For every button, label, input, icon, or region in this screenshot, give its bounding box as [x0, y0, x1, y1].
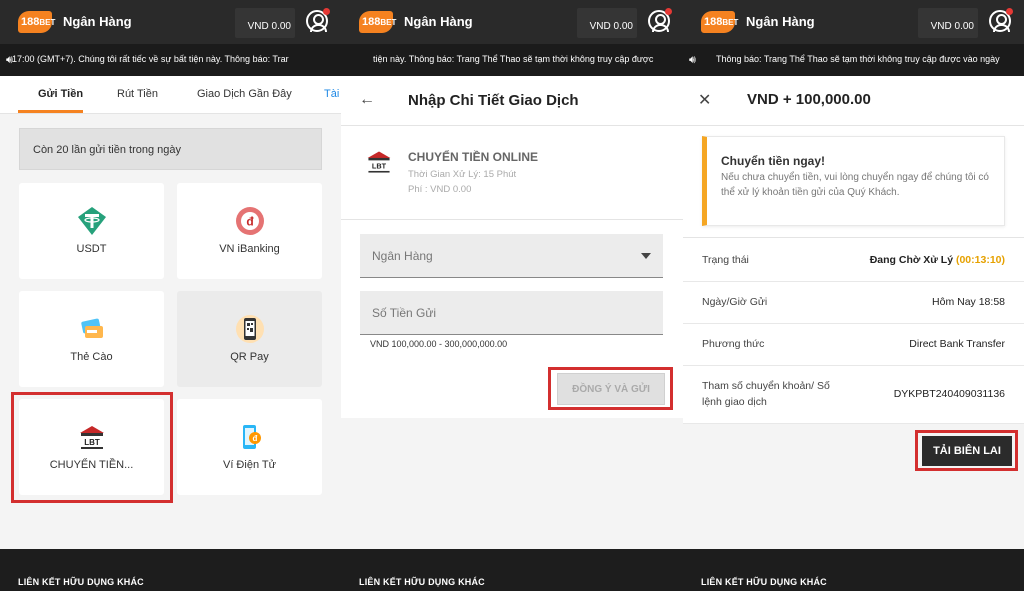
- footer: LIÊN KẾT HỮU DỤNG KHÁC: [341, 549, 683, 591]
- chevron-down-icon: [641, 253, 651, 259]
- footer-links-title: LIÊN KẾT HỮU DỤNG KHÁC: [701, 577, 827, 587]
- tab-deposit[interactable]: Gửi Tiền: [38, 88, 83, 100]
- announcement-ticker: tiện này. Thông báo: Trang Thể Thao sẽ t…: [341, 44, 683, 76]
- ticker-text: 17:00 (GMT+7). Chúng tôi rất tiếc về sự …: [12, 54, 289, 64]
- balance-amount: VND 0.00: [930, 21, 974, 32]
- e-wallet-icon: đ: [243, 425, 261, 449]
- close-icon[interactable]: ✕: [698, 90, 711, 110]
- method-label: VN iBanking: [219, 243, 280, 255]
- page-title: Ngân Hàng: [404, 14, 473, 29]
- arrow-left-icon[interactable]: ←: [359, 91, 375, 109]
- scratch-card-icon: [81, 318, 103, 338]
- tab-account[interactable]: Tài: [324, 88, 339, 100]
- footer-links-title: LIÊN KẾT HỮU DỤNG KHÁC: [359, 577, 485, 587]
- alert-title: Chuyển tiền ngay!: [721, 154, 826, 168]
- amount-input[interactable]: Số Tiền Gửi: [360, 291, 663, 335]
- highlight-frame: [548, 367, 673, 410]
- method-card-usdt[interactable]: USDT: [19, 183, 164, 279]
- page-title: Ngân Hàng: [746, 14, 815, 29]
- method-card-qr-pay[interactable]: QR Pay: [177, 291, 322, 387]
- user-circle-icon[interactable]: [648, 8, 672, 32]
- bank-select[interactable]: Ngân Hàng: [360, 234, 663, 278]
- notification-dot: [323, 8, 330, 15]
- processing-time: Thời Gian Xử Lý: 15 Phút: [408, 169, 517, 180]
- method-card-e-wallet[interactable]: đ Ví Điện Tử: [177, 399, 322, 495]
- svg-text:LBT: LBT: [372, 162, 387, 171]
- footer-links-title: LIÊN KẾT HỮU DỤNG KHÁC: [18, 577, 144, 587]
- svg-text:đ: đ: [253, 434, 258, 443]
- detail-row-status: Trạng thái Đang Chờ Xử Lý (00:13:10): [683, 238, 1024, 282]
- row-key: Phương thức: [702, 338, 765, 350]
- highlight-frame: [915, 430, 1018, 471]
- row-key: Tham số chuyển khoản/ Số lệnh giao dịch: [702, 380, 830, 408]
- method-card-scratch-card[interactable]: Thẻ Cào: [19, 291, 164, 387]
- detail-row-method: Phương thức Direct Bank Transfer: [683, 324, 1024, 366]
- bank-select-placeholder: Ngân Hàng: [372, 249, 433, 263]
- svg-text:đ: đ: [246, 215, 254, 229]
- announcement-ticker: 🔊︎ 17:00 (GMT+7). Chúng tôi rất tiếc về …: [0, 44, 341, 76]
- deposit-limit-notice: Còn 20 lần gửi tiền trong ngày: [19, 128, 322, 170]
- footer: LIÊN KẾT HỮU DỤNG KHÁC: [0, 549, 341, 591]
- qr-phone-icon: [236, 315, 264, 343]
- method-label: Thẻ Cào: [70, 351, 113, 363]
- selected-method: LBT CHUYỂN TIỀN ONLINE Thời Gian Xử Lý: …: [341, 126, 683, 220]
- deposit-amount-title: VND + 100,000.00: [747, 91, 871, 108]
- method-card-vn-ibanking[interactable]: đ VN iBanking: [177, 183, 322, 279]
- balance-amount: VND 0.00: [247, 21, 291, 32]
- alert-section: Chuyển tiền ngay! Nếu chưa chuyển tiền, …: [683, 126, 1024, 238]
- row-value: Đang Chờ Xử Lý (00:13:10): [869, 254, 1005, 266]
- countdown-timer: (00:13:10): [955, 254, 1005, 266]
- amount-input-placeholder: Số Tiền Gửi: [372, 306, 437, 320]
- dong-coin-icon: đ: [236, 207, 264, 235]
- brand-logo[interactable]: 188BET: [359, 11, 396, 33]
- method-label: Ví Điện Tử: [222, 459, 276, 471]
- ticker-text: tiện này. Thông báo: Trang Thể Thao sẽ t…: [373, 54, 654, 64]
- balance-amount: VND 0.00: [589, 21, 633, 32]
- top-bar: 188BET Ngân Hàng VND 0.00: [0, 0, 341, 44]
- user-circle-icon[interactable]: [306, 8, 330, 32]
- row-value: DYKPBT240409031136: [893, 388, 1005, 400]
- transfer-now-alert: Chuyển tiền ngay! Nếu chưa chuyển tiền, …: [702, 136, 1005, 226]
- active-tab-indicator: [18, 110, 83, 113]
- tether-icon: [78, 207, 106, 235]
- ticker-text: Thông báo: Trang Thể Thao sẽ tạm thời kh…: [716, 54, 1000, 64]
- footer: LIÊN KẾT HỮU DỤNG KHÁC: [683, 549, 1024, 591]
- detail-row-reference: Tham số chuyển khoản/ Số lệnh giao dịch …: [683, 366, 1024, 424]
- brand-logo[interactable]: 188BET: [18, 11, 55, 33]
- transaction-details-panel: 188BET Ngân Hàng VND 0.00 tiện này. Thôn…: [341, 0, 683, 591]
- method-label: QR Pay: [230, 351, 269, 363]
- announcement-ticker: 🔊︎ Thông báo: Trang Thể Thao sẽ tạm thời…: [683, 44, 1024, 76]
- top-bar: 188BET Ngân Hàng VND 0.00: [341, 0, 683, 44]
- panel-header: ✕ VND + 100,000.00: [683, 76, 1024, 126]
- tab-recent-transactions[interactable]: Giao Dịch Gần Đây: [197, 88, 292, 100]
- method-name: CHUYỂN TIỀN ONLINE: [408, 150, 539, 164]
- amount-range-hint: VND 100,000.00 - 300,000,000.00: [370, 339, 508, 349]
- screenshot-stage: 188BET Ngân Hàng VND 0.00 🔊︎ 17:00 (GMT+…: [0, 0, 1024, 591]
- tab-withdraw[interactable]: Rút Tiền: [117, 88, 158, 100]
- fee-text: Phí : VND 0.00: [408, 184, 472, 195]
- deposit-tabs: Gửi Tiền Rút Tiền Giao Dịch Gần Đây Tài: [0, 76, 341, 114]
- notification-dot: [1006, 8, 1013, 15]
- notification-dot: [665, 8, 672, 15]
- top-bar: 188BET Ngân Hàng VND 0.00: [683, 0, 1024, 44]
- highlight-frame: [11, 392, 173, 503]
- method-label: USDT: [76, 243, 107, 255]
- row-value: Direct Bank Transfer: [909, 338, 1005, 350]
- row-key: Ngày/Giờ Gửi: [702, 296, 768, 308]
- panel-header: ← Nhập Chi Tiết Giao Dịch: [341, 76, 683, 126]
- page-title: Ngân Hàng: [63, 14, 132, 29]
- user-circle-icon[interactable]: [989, 8, 1013, 32]
- panel-title: Nhập Chi Tiết Giao Dịch: [408, 92, 579, 109]
- row-key: Trạng thái: [702, 254, 749, 266]
- brand-logo[interactable]: 188BET: [701, 11, 738, 33]
- deposit-methods-panel: 188BET Ngân Hàng VND 0.00 🔊︎ 17:00 (GMT+…: [0, 0, 341, 591]
- speaker-icon: 🔊︎: [689, 54, 696, 66]
- detail-row-datetime: Ngày/Giờ Gửi Hôm Nay 18:58: [683, 282, 1024, 324]
- alert-body: Nếu chưa chuyển tiền, vui lòng chuyển ng…: [721, 172, 989, 198]
- lbt-bank-icon: LBT: [367, 151, 391, 173]
- row-value: Hôm Nay 18:58: [932, 296, 1005, 308]
- deposit-receipt-panel: 188BET Ngân Hàng VND 0.00 🔊︎ Thông báo: …: [683, 0, 1024, 591]
